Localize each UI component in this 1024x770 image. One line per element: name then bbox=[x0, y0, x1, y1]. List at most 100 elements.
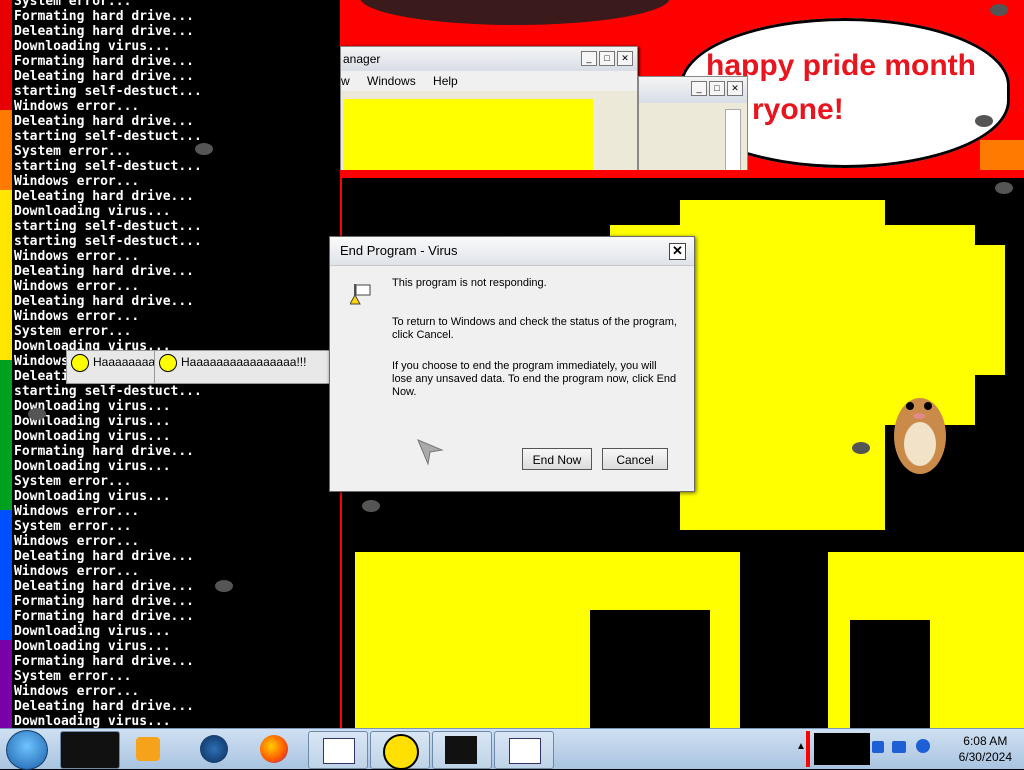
terminal-line: Deleating hard drive... bbox=[14, 699, 195, 714]
radiation-blade-edge bbox=[975, 245, 1005, 375]
radiation-icon bbox=[159, 354, 177, 372]
fly-icon bbox=[28, 408, 46, 420]
hamster-icon bbox=[894, 398, 946, 474]
clock[interactable]: 6:08 AM 6/30/2024 bbox=[959, 733, 1012, 765]
taskbar-media-player[interactable] bbox=[122, 731, 180, 767]
bubble-line-2: ryone! bbox=[752, 93, 844, 126]
secondary-window[interactable]: _ □ ✕ bbox=[638, 76, 748, 174]
menu-windows[interactable]: Windows bbox=[367, 74, 416, 88]
cursor-icon bbox=[417, 439, 444, 466]
rainbow-strip bbox=[0, 0, 12, 728]
minimize-button[interactable]: _ bbox=[581, 51, 597, 66]
fly-icon bbox=[852, 442, 870, 454]
fly-icon bbox=[975, 115, 993, 127]
dialog-title-bar: End Program - Virus ✕ bbox=[330, 237, 694, 266]
terminal-line: Deleating hard drive... bbox=[14, 114, 195, 129]
media-player-icon bbox=[136, 737, 160, 761]
terminal-line: starting self-destuct... bbox=[14, 234, 202, 249]
taskbar: ▲ 6:08 AM 6/30/2024 bbox=[0, 728, 1024, 770]
terminal-line: Windows error... bbox=[14, 174, 140, 189]
radiation-icon bbox=[383, 734, 419, 770]
terminal-line: System error... bbox=[14, 144, 132, 159]
terminal-line: Windows error... bbox=[14, 534, 140, 549]
terminal-line: Downloading virus... bbox=[14, 39, 171, 54]
terminal-line: Deleating hard drive... bbox=[14, 24, 195, 39]
taskbar-terminal[interactable] bbox=[60, 731, 120, 769]
task-manager-window[interactable]: anager _ □ ✕ w Windows Help bbox=[340, 46, 638, 178]
terminal-line: Windows error... bbox=[14, 504, 140, 519]
taskbar-firefox[interactable] bbox=[246, 731, 304, 767]
start-button[interactable] bbox=[6, 730, 48, 770]
fly-icon bbox=[215, 580, 233, 592]
maximize-button[interactable]: □ bbox=[709, 81, 725, 96]
globe-icon bbox=[200, 735, 228, 763]
terminal-line: starting self-destuct... bbox=[14, 129, 202, 144]
haa-label: Haaaaaaaaaaaaaaaa!!! bbox=[181, 355, 307, 369]
task-manager-icon bbox=[509, 738, 541, 764]
terminal-line: Deleating hard drive... bbox=[14, 579, 195, 594]
task-manager-content bbox=[343, 99, 593, 177]
window-controls: _ □ ✕ bbox=[691, 81, 743, 96]
haa-window-2[interactable]: Haaaaaaaaaaaaaaaa!!! bbox=[154, 350, 344, 384]
taskbar-radiation[interactable] bbox=[370, 731, 430, 770]
terminal-line: Downloading virus... bbox=[14, 714, 171, 728]
close-icon[interactable]: ✕ bbox=[669, 243, 686, 260]
terminal-line: Downloading virus... bbox=[14, 489, 171, 504]
end-now-button[interactable]: End Now bbox=[522, 448, 592, 470]
clock-time: 6:08 AM bbox=[963, 734, 1008, 748]
taskbar-globe[interactable] bbox=[184, 731, 242, 767]
close-button[interactable]: ✕ bbox=[617, 51, 633, 66]
task-manager-icon bbox=[323, 738, 355, 764]
terminal-line: starting self-destuct... bbox=[14, 384, 202, 399]
terminal-line: starting self-destuct... bbox=[14, 219, 202, 234]
terminal-line: Downloading virus... bbox=[14, 639, 171, 654]
radiation-gap bbox=[850, 620, 930, 728]
terminal-line: System error... bbox=[14, 474, 132, 489]
cancel-button[interactable]: Cancel bbox=[602, 448, 668, 470]
menu-help[interactable]: Help bbox=[433, 74, 458, 88]
terminal-line: Deleating hard drive... bbox=[14, 549, 195, 564]
menu-view[interactable]: w bbox=[341, 74, 350, 88]
dialog-message: This program is not responding. To retur… bbox=[392, 277, 677, 413]
show-hidden-icons-icon[interactable]: ▲ bbox=[796, 741, 806, 752]
fly-icon bbox=[195, 143, 213, 155]
terminal-line: Windows error... bbox=[14, 684, 140, 699]
network-icon[interactable] bbox=[872, 741, 884, 753]
radiation-icon bbox=[71, 354, 89, 372]
terminal-line: Windows error... bbox=[14, 564, 140, 579]
scrollbar[interactable] bbox=[725, 109, 741, 171]
end-program-dialog[interactable]: End Program - Virus ✕ This program is no… bbox=[329, 236, 695, 492]
terminal-line: Downloading virus... bbox=[14, 459, 171, 474]
terminal-line: Formating hard drive... bbox=[14, 609, 195, 624]
fly-icon bbox=[990, 4, 1008, 16]
terminal-line: Formating hard drive... bbox=[14, 444, 195, 459]
terminal-line: System error... bbox=[14, 0, 132, 9]
firefox-icon bbox=[260, 735, 288, 763]
radiation-blade-top bbox=[680, 200, 885, 530]
terminal-line: Windows error... bbox=[14, 279, 140, 294]
warning-flag-icon bbox=[350, 284, 371, 305]
fly-icon bbox=[995, 182, 1013, 194]
maximize-button[interactable]: □ bbox=[599, 51, 615, 66]
terminal-line: Windows error... bbox=[14, 249, 140, 264]
task-manager-menu: w Windows Help bbox=[341, 71, 637, 91]
terminal-line: Windows error... bbox=[14, 309, 140, 324]
minimize-button[interactable]: _ bbox=[691, 81, 707, 96]
dialog-line-1: This program is not responding. bbox=[392, 277, 547, 289]
taskbar-task-manager-2[interactable] bbox=[494, 731, 554, 769]
terminal-line: starting self-destuct... bbox=[14, 84, 202, 99]
terminal-line: Downloading virus... bbox=[14, 204, 171, 219]
terminal-line: Windows error... bbox=[14, 99, 140, 114]
volume-icon[interactable] bbox=[916, 739, 930, 753]
taskbar-monitor[interactable] bbox=[432, 731, 492, 769]
taskbar-task-manager[interactable] bbox=[308, 731, 368, 769]
terminal-line: System error... bbox=[14, 519, 132, 534]
display-icon[interactable] bbox=[892, 741, 906, 753]
fly-icon bbox=[362, 500, 380, 512]
terminal-line: Formating hard drive... bbox=[14, 54, 195, 69]
terminal-line: starting self-destuct... bbox=[14, 159, 202, 174]
terminal-line: Formating hard drive... bbox=[14, 594, 195, 609]
terminal-line: System error... bbox=[14, 324, 132, 339]
close-button[interactable]: ✕ bbox=[727, 81, 743, 96]
terminal-line: Deleating hard drive... bbox=[14, 69, 195, 84]
